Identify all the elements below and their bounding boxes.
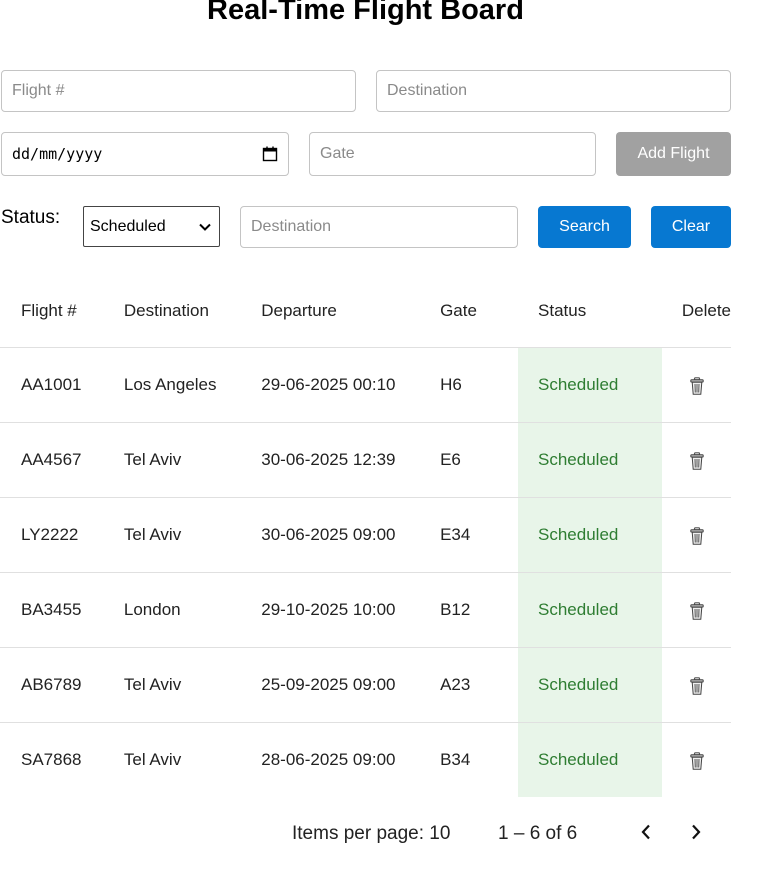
column-header-destination[interactable]: Destination — [123, 275, 262, 348]
cell-flight: AA4567 — [0, 422, 124, 498]
cell-gate: B12 — [440, 572, 519, 648]
column-header-delete: Delete — [661, 275, 731, 348]
status-filter-label: Status: — [1, 207, 61, 228]
cell-departure: 25-09-2025 09:00 — [261, 647, 441, 723]
cell-departure: 30-06-2025 09:00 — [261, 497, 441, 573]
column-header-gate[interactable]: Gate — [440, 275, 519, 348]
items-per-page[interactable]: Items per page: 10 — [292, 823, 450, 845]
calendar-icon[interactable] — [262, 146, 278, 162]
cell-gate: E34 — [440, 497, 519, 573]
cell-delete — [661, 497, 731, 573]
cell-status: Scheduled — [518, 647, 662, 723]
add-flight-label: Add Flight — [637, 145, 710, 162]
cell-departure: 30-06-2025 12:39 — [261, 422, 441, 498]
cell-delete — [661, 572, 731, 648]
chevron-down-icon — [199, 218, 211, 236]
trash-icon[interactable] — [690, 526, 704, 545]
cell-destination: Los Angeles — [123, 347, 262, 423]
flight-board-page: Real-Time Flight Board dd/mm/yyyy Add Fl… — [0, 0, 765, 875]
chevron-right-icon — [690, 824, 702, 845]
table-row: SA7868 Tel Aviv 28-06-2025 09:00 B34 Sch… — [0, 722, 731, 798]
flight-number-input[interactable] — [1, 70, 356, 112]
cell-delete — [662, 723, 731, 798]
trash-icon[interactable] — [690, 376, 704, 395]
cell-status: Scheduled — [518, 347, 662, 423]
cell-gate: H6 — [440, 347, 519, 423]
table-row: BA3455 London 29-10-2025 10:00 B12 Sched… — [0, 572, 731, 648]
cell-destination: Tel Aviv — [123, 750, 182, 769]
destination-filter-input[interactable] — [240, 206, 518, 248]
search-button[interactable]: Search — [538, 206, 631, 248]
cell-delete — [661, 347, 731, 423]
search-label: Search — [559, 218, 610, 235]
cell-status: Scheduled — [518, 722, 662, 797]
cell-gate: E6 — [440, 422, 519, 498]
cell-destination: London — [123, 572, 262, 648]
page-range: 1 – 6 of 6 — [498, 823, 578, 844]
cell-destination: Tel Aviv — [123, 647, 262, 723]
destination-input[interactable] — [376, 70, 731, 112]
column-header-flight[interactable]: Flight # — [0, 275, 124, 348]
cell-gate: B34 — [440, 750, 471, 769]
trash-icon[interactable] — [690, 601, 704, 620]
cell-departure: 28-06-2025 09:00 — [261, 750, 396, 769]
cell-flight: LY2222 — [0, 497, 124, 573]
cell-destination: Tel Aviv — [123, 422, 262, 498]
clear-label: Clear — [671, 218, 711, 235]
cell-gate: A23 — [440, 647, 519, 723]
table-header-row: Flight # Destination Departure Gate Stat… — [0, 275, 731, 348]
column-header-departure[interactable]: Departure — [261, 275, 441, 348]
table-row: LY2222 Tel Aviv 30-06-2025 09:00 E34 Sch… — [0, 497, 731, 573]
previous-page-button[interactable] — [632, 820, 660, 848]
cell-delete — [661, 422, 731, 498]
chevron-left-icon — [640, 824, 652, 845]
table-row: AA1001 Los Angeles 29-06-2025 00:10 H6 S… — [0, 347, 731, 423]
cell-status: Scheduled — [518, 422, 662, 498]
date-placeholder: dd/mm/yyyy — [12, 145, 103, 163]
cell-destination: Tel Aviv — [123, 497, 262, 573]
cell-flight: BA3455 — [0, 572, 124, 648]
flights-table: Flight # Destination Departure Gate Stat… — [0, 275, 731, 797]
cell-flight: AA1001 — [0, 347, 124, 423]
table-row: AB6789 Tel Aviv 25-09-2025 09:00 A23 Sch… — [0, 647, 731, 723]
cell-departure: 29-10-2025 10:00 — [261, 572, 441, 648]
add-flight-button[interactable]: Add Flight — [616, 132, 731, 176]
table-row: AA4567 Tel Aviv 30-06-2025 12:39 E6 Sche… — [0, 422, 731, 498]
departure-date-input[interactable]: dd/mm/yyyy — [1, 132, 289, 176]
cell-status: Scheduled — [518, 497, 662, 573]
clear-button[interactable]: Clear — [651, 206, 731, 248]
cell-status: Scheduled — [518, 572, 662, 648]
trash-icon[interactable] — [690, 451, 704, 470]
cell-delete — [661, 647, 731, 723]
trash-icon[interactable] — [690, 751, 704, 770]
column-header-status[interactable]: Status — [518, 275, 662, 348]
trash-icon[interactable] — [690, 676, 704, 695]
gate-input[interactable] — [309, 132, 596, 176]
cell-flight: SA7868 — [21, 750, 82, 769]
cell-departure: 29-06-2025 00:10 — [261, 347, 441, 423]
page-title: Real-Time Flight Board — [207, 0, 524, 26]
cell-flight: AB6789 — [0, 647, 124, 723]
status-filter-value: Scheduled — [90, 217, 166, 235]
next-page-button[interactable] — [682, 820, 710, 848]
status-filter-select[interactable]: Scheduled — [83, 206, 220, 247]
